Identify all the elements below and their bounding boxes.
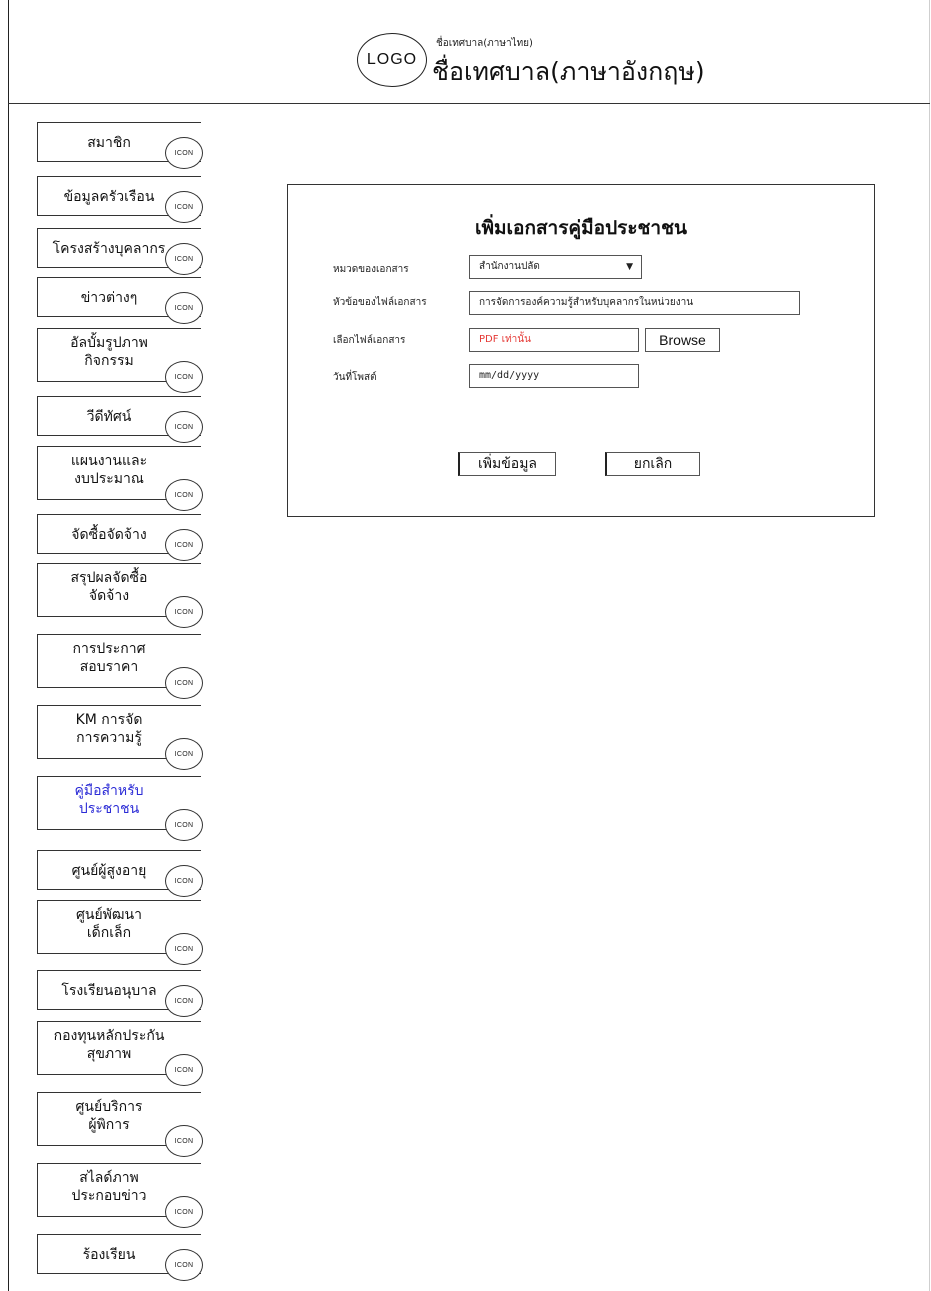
- browse-button[interactable]: Browse: [645, 328, 720, 352]
- sidebar-item[interactable]: KM การจัด การความรู้ ICON: [37, 705, 203, 770]
- menu-icon[interactable]: ICON: [165, 1125, 203, 1157]
- sidebar-item-label: สไลด์ภาพ ประกอบข่าว: [71, 1170, 147, 1204]
- file-select-label: เลือกไฟล์เอกสาร: [333, 335, 406, 346]
- document-title-label: หัวข้อของไฟล์เอกสาร: [333, 297, 427, 308]
- sidebar-item[interactable]: วีดีทัศน์ ICON: [37, 396, 203, 443]
- sidebar-item-label: โรงเรียนอนุบาล: [61, 983, 157, 999]
- municipality-name-thai: ชื่อเทศบาล(ภาษาไทย): [436, 38, 533, 49]
- dropdown-arrow-icon: ▼: [626, 262, 633, 272]
- menu-icon[interactable]: ICON: [165, 191, 203, 223]
- sidebar-item[interactable]: ข้อมูลครัวเรือน ICON: [37, 176, 203, 223]
- menu-icon[interactable]: ICON: [165, 985, 203, 1017]
- sidebar-item-label: กองทุนหลักประกัน สุขภาพ: [53, 1028, 165, 1062]
- sidebar-item-label: โครงสร้างบุคลากร: [52, 241, 166, 257]
- sidebar-item-label: สรุปผลจัดซื้อ จัดจ้าง: [70, 570, 148, 604]
- menu-icon[interactable]: ICON: [165, 479, 203, 511]
- post-date-label: วันที่โพสต์: [333, 372, 377, 383]
- sidebar-item[interactable]: ข่าวต่างๆ ICON: [37, 277, 203, 324]
- menu-icon[interactable]: ICON: [165, 865, 203, 897]
- menu-icon[interactable]: ICON: [165, 738, 203, 770]
- sidebar-item[interactable]: ศูนย์บริการ ผู้พิการ ICON: [37, 1092, 203, 1157]
- site-header: LOGO ชื่อเทศบาล(ภาษาไทย) ชื่อเทศบาล(ภาษา…: [8, 0, 930, 104]
- sidebar-item-label: KM การจัด การความรู้: [75, 712, 143, 746]
- document-title-value: การจัดการองค์ความรู้สำหรับบุคลากรในหน่วย…: [479, 297, 694, 308]
- post-date-input[interactable]: mm/dd/yyyy: [469, 364, 639, 388]
- site-logo[interactable]: LOGO: [357, 33, 427, 87]
- menu-icon[interactable]: ICON: [165, 1196, 203, 1228]
- menu-icon[interactable]: ICON: [165, 411, 203, 443]
- logo-text: LOGO: [366, 51, 418, 68]
- menu-icon[interactable]: ICON: [165, 667, 203, 699]
- menu-icon[interactable]: ICON: [165, 292, 203, 324]
- sidebar-item-label: อัลบั้มรูปภาพ กิจกรรม: [70, 335, 148, 369]
- submit-button[interactable]: เพิ่มข้อมูล: [458, 452, 556, 476]
- sidebar-item[interactable]: สรุปผลจัดซื้อ จัดจ้าง ICON: [37, 563, 203, 628]
- sidebar-item-label: ศูนย์ผู้สูงอายุ: [71, 863, 147, 879]
- sidebar-item[interactable]: โรงเรียนอนุบาล ICON: [37, 970, 203, 1017]
- post-date-value: mm/dd/yyyy: [479, 370, 540, 381]
- menu-icon[interactable]: ICON: [165, 137, 203, 169]
- menu-icon[interactable]: ICON: [165, 529, 203, 561]
- sidebar-item-label: ร้องเรียน: [82, 1247, 136, 1263]
- municipality-name-english: ชื่อเทศบาล(ภาษาอังกฤษ): [432, 57, 705, 86]
- menu-icon[interactable]: ICON: [165, 1249, 203, 1281]
- sidebar-item-label: ศูนย์บริการ ผู้พิการ: [75, 1099, 143, 1133]
- menu-icon[interactable]: ICON: [165, 596, 203, 628]
- category-selected-value: สำนักงานปลัด: [479, 261, 540, 272]
- sidebar-item[interactable]: จัดซื้อจัดจ้าง ICON: [37, 514, 203, 561]
- sidebar-item[interactable]: สมาชิก ICON: [37, 122, 203, 169]
- document-title-input[interactable]: การจัดการองค์ความรู้สำหรับบุคลากรในหน่วย…: [469, 291, 800, 315]
- file-placeholder: PDF เท่านั้น: [479, 334, 531, 345]
- sidebar-item-label: จัดซื้อจัดจ้าง: [71, 527, 147, 543]
- sidebar-item[interactable]: ร้องเรียน ICON: [37, 1234, 203, 1281]
- sidebar-item[interactable]: คู่มือสำหรับ ประชาชน ICON: [37, 776, 203, 841]
- sidebar-item[interactable]: สไลด์ภาพ ประกอบข่าว ICON: [37, 1163, 203, 1228]
- category-select[interactable]: สำนักงานปลัด ▼: [469, 255, 642, 279]
- cancel-button[interactable]: ยกเลิก: [605, 452, 700, 476]
- sidebar-item-label: แผนงานและ งบประมาณ: [70, 453, 148, 487]
- sidebar-item-label: ข้อมูลครัวเรือน: [63, 189, 155, 205]
- menu-icon[interactable]: ICON: [165, 361, 203, 393]
- sidebar-item[interactable]: การประกาศ สอบราคา ICON: [37, 634, 203, 699]
- sidebar-item[interactable]: อัลบั้มรูปภาพ กิจกรรม ICON: [37, 328, 203, 393]
- menu-icon[interactable]: ICON: [165, 243, 203, 275]
- sidebar-item-label: คู่มือสำหรับ ประชาชน: [74, 783, 144, 817]
- sidebar-item-label: วีดีทัศน์: [86, 409, 132, 425]
- menu-icon[interactable]: ICON: [165, 809, 203, 841]
- sidebar-item-label: สมาชิก: [87, 135, 131, 151]
- sidebar-item[interactable]: แผนงานและ งบประมาณ ICON: [37, 446, 203, 511]
- sidebar-item[interactable]: โครงสร้างบุคลากร ICON: [37, 228, 203, 275]
- sidebar-item-label: การประกาศ สอบราคา: [72, 641, 146, 675]
- file-path-input[interactable]: PDF เท่านั้น: [469, 328, 639, 352]
- add-document-form: เพิ่มเอกสารคู่มือประชาชน หมวดของเอกสาร ส…: [287, 184, 875, 517]
- menu-icon[interactable]: ICON: [165, 933, 203, 965]
- sidebar-item[interactable]: ศูนย์ผู้สูงอายุ ICON: [37, 850, 203, 897]
- menu-icon[interactable]: ICON: [165, 1054, 203, 1086]
- sidebar-item-label: ศูนย์พัฒนา เด็กเล็ก: [76, 907, 142, 941]
- sidebar-item[interactable]: ศูนย์พัฒนา เด็กเล็ก ICON: [37, 900, 203, 965]
- sidebar-item-label: ข่าวต่างๆ: [80, 290, 138, 306]
- form-title: เพิ่มเอกสารคู่มือประชาชน: [475, 217, 687, 239]
- category-label: หมวดของเอกสาร: [333, 264, 409, 275]
- sidebar-item[interactable]: กองทุนหลักประกัน สุขภาพ ICON: [37, 1021, 203, 1086]
